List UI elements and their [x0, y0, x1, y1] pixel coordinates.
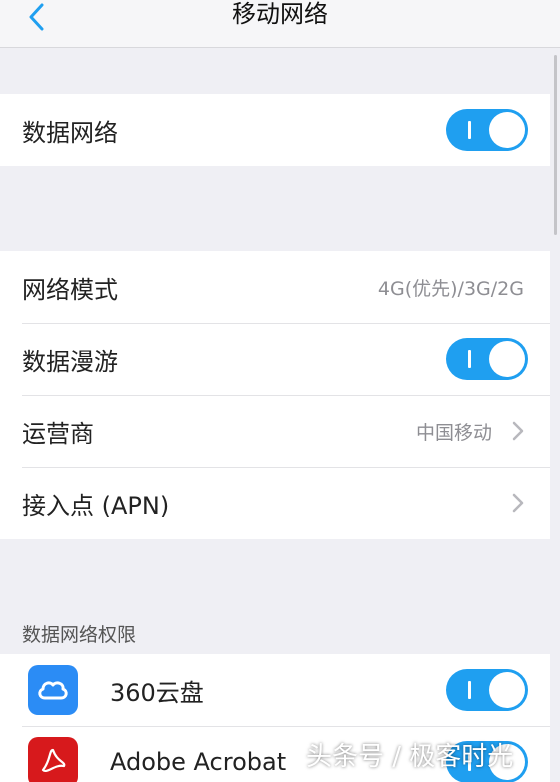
navigation-bar: 移动网络 — [0, 0, 560, 48]
cloud-icon — [28, 665, 78, 715]
network-mode-value: 4G(优先)/3G/2G — [377, 277, 524, 300]
data-network-label: 数据网络 — [22, 118, 118, 147]
network-settings-group: 网络模式 4G(优先)/3G/2G 数据漫游 运营商 中国移动 接入点 (APN… — [0, 251, 550, 539]
apn-label: 接入点 (APN) — [22, 491, 170, 520]
carrier-row[interactable]: 运营商 中国移动 — [0, 395, 550, 467]
chevron-right-icon — [512, 421, 524, 441]
carrier-label: 运营商 — [22, 419, 94, 448]
scrollbar[interactable] — [554, 55, 557, 235]
page-title: 移动网络 — [232, 0, 328, 28]
data-network-toggle[interactable] — [446, 109, 528, 151]
data-roaming-label: 数据漫游 — [22, 347, 118, 376]
data-roaming-row: 数据漫游 — [0, 323, 550, 395]
app-row-360-cloud: 360云盘 — [0, 654, 550, 726]
watermark-text: 头条号 / 极客时光 — [306, 742, 514, 772]
data-network-row: 数据网络 — [0, 94, 550, 166]
app-data-toggle[interactable] — [446, 669, 528, 711]
app-name: 360云盘 — [110, 678, 204, 707]
data-network-group: 数据网络 — [0, 94, 550, 166]
acrobat-icon — [28, 737, 78, 782]
apn-row[interactable]: 接入点 (APN) — [0, 467, 550, 539]
app-name: Adobe Acrobat — [110, 748, 287, 776]
chevron-right-icon — [512, 493, 524, 513]
permissions-section-header: 数据网络权限 — [22, 624, 137, 646]
network-mode-row[interactable]: 网络模式 4G(优先)/3G/2G — [0, 251, 550, 323]
network-mode-label: 网络模式 — [22, 275, 118, 304]
carrier-value: 中国移动 — [415, 421, 492, 444]
data-roaming-toggle[interactable] — [446, 338, 528, 380]
